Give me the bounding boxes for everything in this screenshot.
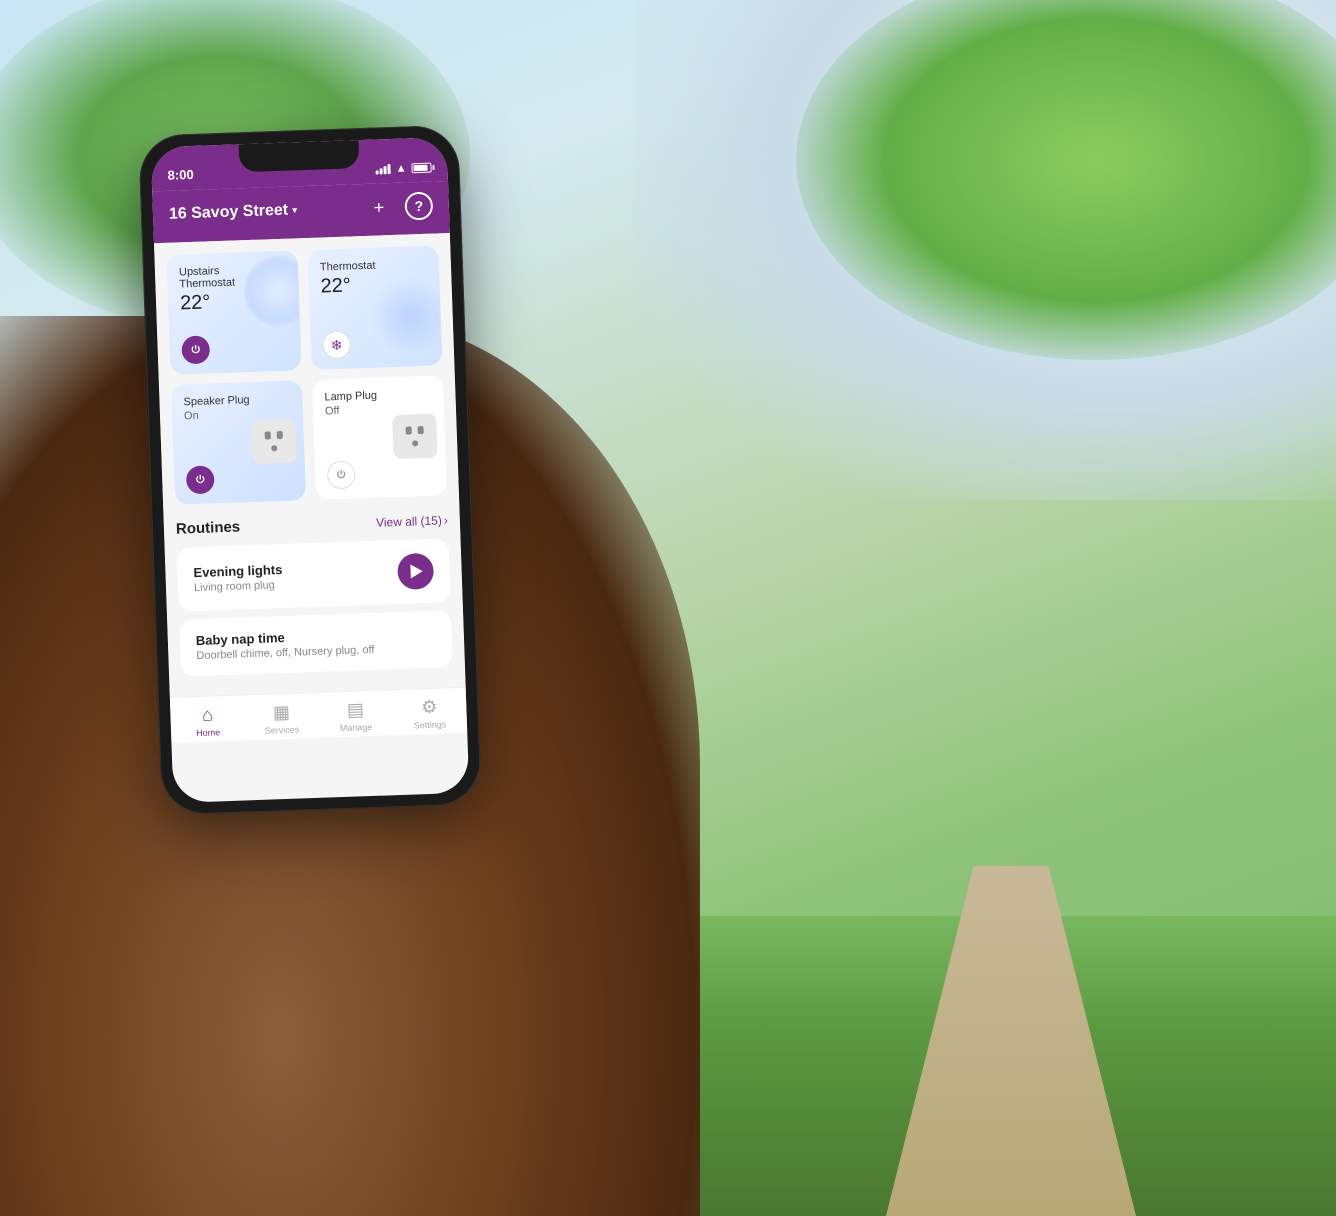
manage-nav-label: Manage — [340, 722, 373, 733]
nav-manage[interactable]: ▤ Manage — [318, 698, 393, 734]
routine-info: Evening lights Living room plug — [193, 562, 283, 594]
routine-name-evening: Evening lights — [193, 562, 282, 580]
settings-nav-label: Settings — [414, 719, 447, 730]
services-nav-icon: ▦ — [273, 702, 291, 724]
home-address: 16 Savoy Street — [169, 202, 289, 224]
phone-screen: 8:00 ▲ 16 Savoy Street — [151, 137, 470, 803]
routine-desc-evening: Living room plug — [194, 579, 283, 594]
speaker-power-button[interactable] — [186, 465, 215, 494]
evening-lights-routine[interactable]: Evening lights Living room plug — [177, 538, 451, 611]
device-name-thermostat: Thermostat — [320, 258, 427, 274]
nav-services[interactable]: ▦ Services — [244, 701, 319, 737]
nav-home[interactable]: ⌂ Home — [170, 703, 245, 739]
snowflake-icon[interactable]: ❄ — [322, 331, 351, 360]
speaker-plug-card[interactable]: Speaker Plug On — [171, 380, 306, 504]
home-nav-label: Home — [196, 727, 220, 738]
signal-icon — [375, 164, 390, 175]
home-title[interactable]: 16 Savoy Street ▾ — [169, 201, 298, 223]
upstairs-thermostat-card[interactable]: UpstairsThermostat 22° — [166, 250, 301, 374]
outlet-shape-lamp — [392, 414, 438, 460]
view-all-link[interactable]: View all (15) › — [376, 513, 448, 529]
lamp-power-button[interactable] — [327, 460, 356, 489]
app-content: UpstairsThermostat 22° — [154, 233, 466, 697]
lamp-plug-card[interactable]: Lamp Plug Off — [312, 375, 447, 499]
outlet-shape-speaker — [251, 418, 297, 464]
routine-info-nap: Baby nap time Doorbell chime, off, Nurse… — [196, 627, 375, 662]
dropdown-arrow-icon: ▾ — [292, 205, 297, 216]
bottom-nav: ⌂ Home ▦ Services ▤ Manage ⚙ Settings — [170, 687, 467, 743]
status-icons: ▲ — [375, 162, 431, 176]
nav-settings[interactable]: ⚙ Settings — [392, 696, 467, 732]
play-triangle-icon — [410, 564, 422, 578]
upstairs-power-button[interactable] — [181, 335, 210, 364]
status-time: 8:00 — [167, 167, 194, 183]
help-button[interactable]: ? — [404, 192, 433, 221]
home-nav-icon: ⌂ — [202, 705, 214, 726]
services-nav-label: Services — [265, 725, 300, 736]
play-button-evening[interactable] — [397, 553, 434, 590]
add-button[interactable]: + — [364, 193, 393, 222]
routines-title: Routines — [176, 518, 241, 537]
device-name-speaker: Speaker Plug — [183, 393, 290, 409]
notch — [239, 140, 360, 172]
phone-device: 8:00 ▲ 16 Savoy Street — [138, 125, 482, 816]
devices-grid: UpstairsThermostat 22° — [166, 245, 447, 504]
phone-wrapper: 8:00 ▲ 16 Savoy Street — [138, 125, 482, 816]
routines-header: Routines View all (15) › — [176, 511, 448, 537]
baby-nap-routine[interactable]: Baby nap time Doorbell chime, off, Nurse… — [179, 610, 453, 676]
wifi-icon: ▲ — [395, 162, 406, 174]
thermostat-card[interactable]: Thermostat 22° ❄ — [307, 245, 442, 369]
battery-icon — [411, 163, 431, 174]
settings-nav-icon: ⚙ — [421, 697, 438, 719]
manage-nav-icon: ▤ — [347, 699, 365, 721]
header-actions: + ? — [364, 192, 433, 222]
device-name-lamp: Lamp Plug — [324, 388, 431, 404]
